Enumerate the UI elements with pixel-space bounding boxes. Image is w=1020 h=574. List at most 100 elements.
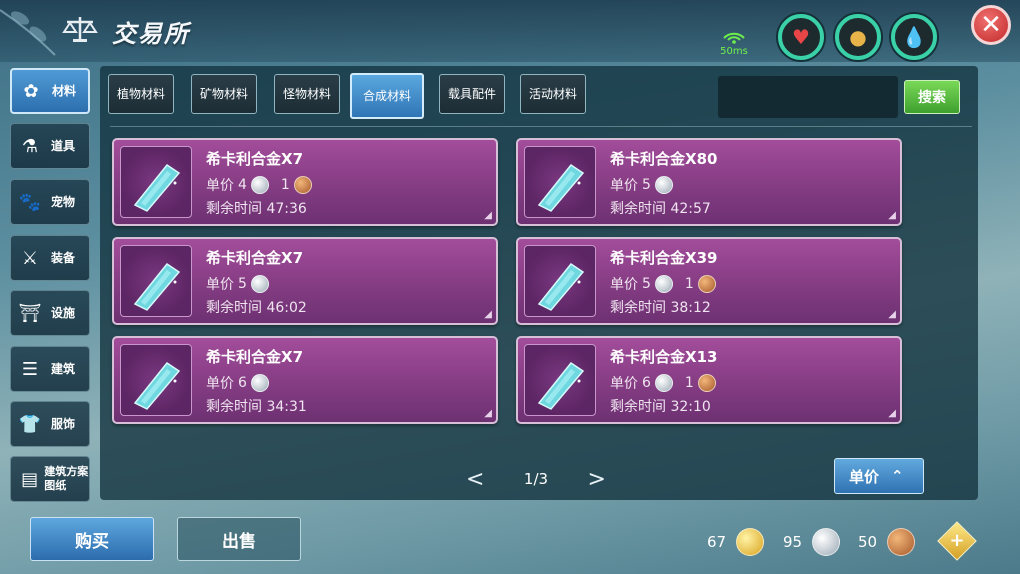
gold-coin-icon [736, 528, 765, 556]
health-status[interactable]: ♥ [778, 14, 824, 60]
silver-coin-icon [250, 176, 269, 194]
close-button[interactable]: ✕ [971, 5, 1011, 45]
category-tab-7[interactable]: ▤ 建筑方案图纸 [10, 456, 90, 502]
bronze-balance: 50 [858, 528, 916, 556]
wifi-icon [723, 32, 745, 44]
category-label: 设施 [51, 306, 76, 320]
category-tab-1[interactable]: ⚗ 道具 [10, 123, 90, 169]
blueprint-icon: ▤ [21, 468, 39, 490]
bronze-coin-icon [697, 374, 716, 392]
category-tab-0[interactable]: ✿ 材料 [10, 68, 90, 114]
category-label: 建筑方案图纸 [44, 465, 89, 492]
gold-balance: 67 [707, 528, 765, 556]
corner-mark-icon: ◢ [484, 210, 492, 221]
scale-icon [62, 17, 98, 42]
category-label: 材料 [52, 84, 77, 98]
pager: < 1/3 > [466, 466, 606, 492]
sort-by-price-button[interactable]: 单价 ⌃ [834, 458, 924, 494]
silver-coin-icon [250, 374, 269, 392]
subtab-5[interactable]: 活动材料 [520, 74, 586, 114]
equipment-icon: ⚔ [21, 247, 39, 269]
top-bar: 交易所 50ms ♥ ● 💧 ✕ [0, 0, 1020, 62]
arm-icon: ● [849, 25, 867, 49]
corner-mark-icon: ◢ [484, 309, 492, 320]
item-time-remaining: 剩余时间 46:02 [206, 297, 307, 317]
listing-card[interactable]: 希卡利合金X7 单价 6 剩余时间 34:31 ◢ [112, 336, 498, 424]
time-label: 剩余时间 [206, 201, 262, 217]
listing-card[interactable]: 希卡利合金X39 单价 5 1 剩余时间 38:12 ◢ [516, 237, 902, 325]
category-tab-5[interactable]: ☰ 建筑 [10, 346, 90, 392]
sort-arrow-icon: ⌃ [891, 467, 904, 485]
subtab-0[interactable]: 植物材料 [108, 74, 174, 114]
alloy-crystal-icon [537, 361, 585, 410]
market-panel: 植物材料 矿物材料 怪物材料 合成材料 载具配件 活动材料 搜索 希卡利合金X7 单价 4 1 剩… [100, 66, 978, 500]
time-value: 47:36 [266, 201, 307, 217]
listing-card[interactable]: 希卡利合金X7 单价 5 剩余时间 46:02 ◢ [112, 237, 498, 325]
water-drop-icon: 💧 [901, 25, 927, 49]
price-label: 单价 [206, 376, 234, 392]
item-price: 单价 5 1 [610, 274, 716, 294]
item-name: 希卡利合金X39 [610, 249, 718, 267]
corner-mark-icon: ◢ [888, 210, 896, 221]
silver-coin-icon [654, 176, 673, 194]
time-value: 42:57 [670, 201, 711, 217]
category-tab-2[interactable]: 🐾 宠物 [10, 179, 90, 225]
price-label: 单价 [206, 178, 234, 194]
add-currency-button[interactable]: + [937, 521, 977, 561]
hunger-status[interactable]: ● [835, 14, 881, 60]
subtab-2[interactable]: 怪物材料 [274, 74, 340, 114]
item-price: 单价 4 1 [206, 175, 312, 195]
item-thumbnail [524, 344, 596, 416]
gold-amount: 67 [707, 533, 727, 551]
category-tab-3[interactable]: ⚔ 装备 [10, 235, 90, 281]
subtab-3[interactable]: 合成材料 [350, 73, 424, 119]
page-indicator: 1/3 [523, 470, 549, 488]
category-label: 道具 [51, 139, 76, 153]
silver-price: 5 [238, 276, 247, 292]
category-tab-4[interactable]: ⛩ 设施 [10, 290, 90, 336]
item-time-remaining: 剩余时间 32:10 [610, 396, 711, 416]
page-title: 交易所 [112, 20, 190, 48]
subtab-1[interactable]: 矿物材料 [191, 74, 257, 114]
silver-coin-icon [654, 374, 673, 392]
price-label: 单价 [610, 376, 638, 392]
item-time-remaining: 剩余时间 42:57 [610, 198, 711, 218]
category-label: 宠物 [51, 195, 76, 209]
silver-price: 6 [642, 375, 651, 391]
silver-price: 6 [238, 375, 247, 391]
materials-icon: ✿ [23, 80, 39, 102]
item-name: 希卡利合金X7 [206, 150, 304, 168]
search-button[interactable]: 搜索 [904, 80, 960, 114]
item-name: 希卡利合金X13 [610, 348, 718, 366]
bronze-price: 1 [280, 177, 290, 193]
item-price: 单价 6 1 [610, 373, 716, 393]
item-thumbnail [120, 344, 192, 416]
silver-price: 5 [642, 177, 651, 193]
bronze-price: 1 [684, 375, 694, 391]
silver-amount: 95 [783, 533, 803, 551]
heart-icon: ♥ [792, 25, 810, 49]
water-status[interactable]: 💧 [891, 14, 937, 60]
item-name: 希卡利合金X7 [206, 249, 304, 267]
category-tab-6[interactable]: 👕 服饰 [10, 401, 90, 447]
subtab-4[interactable]: 载具配件 [439, 74, 505, 114]
silver-coin-icon [250, 275, 269, 293]
time-label: 剩余时间 [610, 201, 666, 217]
sell-button[interactable]: 出售 [177, 517, 301, 561]
next-page-button[interactable]: > [588, 467, 606, 492]
time-label: 剩余时间 [206, 300, 262, 316]
listing-card[interactable]: 希卡利合金X13 单价 6 1 剩余时间 32:10 ◢ [516, 336, 902, 424]
ping-text: 50ms [720, 46, 748, 57]
listing-card[interactable]: 希卡利合金X80 单价 5 剩余时间 42:57 ◢ [516, 138, 902, 226]
silver-coin-icon [654, 275, 673, 293]
prev-page-button[interactable]: < [466, 467, 484, 492]
buy-button[interactable]: 购买 [30, 517, 154, 561]
time-label: 剩余时间 [206, 399, 262, 415]
bronze-coin-icon [697, 275, 716, 293]
time-label: 剩余时间 [610, 300, 666, 316]
search-input[interactable] [718, 76, 898, 118]
silver-price: 4 [238, 177, 247, 193]
listing-card[interactable]: 希卡利合金X7 单价 4 1 剩余时间 47:36 ◢ [112, 138, 498, 226]
item-thumbnail [524, 146, 596, 218]
price-label: 单价 [206, 277, 234, 293]
